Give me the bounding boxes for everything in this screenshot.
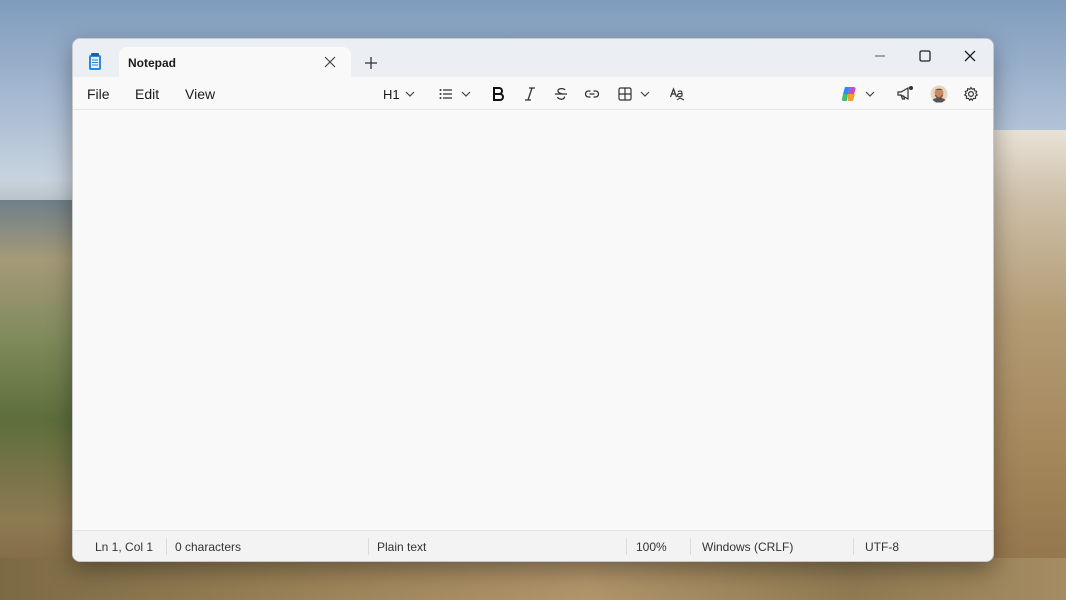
tab-notepad[interactable]: Notepad bbox=[119, 47, 351, 77]
wallpaper-left bbox=[0, 200, 72, 600]
gear-icon bbox=[963, 86, 979, 102]
table-dropdown[interactable] bbox=[617, 83, 651, 105]
text-editor-area[interactable] bbox=[73, 110, 993, 530]
wallpaper-right bbox=[992, 130, 1066, 600]
heading-label: H1 bbox=[383, 86, 400, 102]
maximize-icon bbox=[919, 50, 931, 62]
status-divider bbox=[368, 538, 369, 555]
notepad-window: Notepad File Edit View H1 Ln 1, Col 1 0 … bbox=[72, 38, 994, 562]
avatar-icon bbox=[930, 85, 948, 103]
maximize-button[interactable] bbox=[902, 43, 948, 69]
status-bar: Ln 1, Col 1 0 characters Plain text 100%… bbox=[73, 530, 993, 561]
bullet-list-icon bbox=[439, 89, 452, 99]
status-divider bbox=[853, 538, 854, 555]
close-icon[interactable] bbox=[323, 55, 337, 69]
whats-new-button[interactable] bbox=[896, 83, 914, 105]
close-window-button[interactable] bbox=[947, 43, 993, 69]
status-divider bbox=[166, 538, 167, 555]
notepad-icon bbox=[89, 53, 101, 70]
plus-icon[interactable] bbox=[363, 55, 379, 71]
link-icon bbox=[584, 90, 600, 98]
menu-edit[interactable]: Edit bbox=[135, 86, 159, 102]
menu-view[interactable]: View bbox=[185, 86, 215, 102]
chevron-down-icon bbox=[405, 91, 415, 97]
spellcheck-button[interactable] bbox=[669, 83, 685, 105]
wallpaper-bottom bbox=[0, 558, 1066, 600]
copilot-dropdown[interactable] bbox=[840, 83, 876, 105]
chevron-down-icon bbox=[461, 91, 471, 97]
italic-button[interactable] bbox=[522, 83, 538, 105]
close-icon bbox=[964, 50, 976, 62]
heading-dropdown[interactable]: H1 bbox=[383, 83, 416, 105]
chevron-down-icon bbox=[640, 91, 650, 97]
link-button[interactable] bbox=[584, 83, 600, 105]
status-divider bbox=[690, 538, 691, 555]
strikethrough-button[interactable] bbox=[553, 83, 569, 105]
status-divider bbox=[626, 538, 627, 555]
menu-file[interactable]: File bbox=[87, 86, 110, 102]
menu-bar: File Edit View H1 bbox=[73, 77, 993, 110]
chevron-down-icon bbox=[865, 91, 875, 97]
settings-button[interactable] bbox=[963, 83, 979, 105]
megaphone-icon bbox=[897, 86, 913, 101]
minimize-button[interactable] bbox=[857, 43, 903, 69]
copilot-icon bbox=[841, 87, 856, 101]
bold-button[interactable] bbox=[490, 83, 506, 105]
status-cursor-position: Ln 1, Col 1 bbox=[95, 540, 154, 554]
status-line-ending[interactable]: Windows (CRLF) bbox=[702, 540, 793, 554]
strikethrough-icon bbox=[555, 87, 567, 100]
status-format[interactable]: Plain text bbox=[377, 540, 426, 554]
list-dropdown[interactable] bbox=[438, 83, 472, 105]
table-icon bbox=[618, 87, 632, 101]
tab-title: Notepad bbox=[128, 56, 176, 70]
status-encoding[interactable]: UTF-8 bbox=[865, 540, 899, 554]
title-bar: Notepad bbox=[73, 39, 993, 77]
spellcheck-icon bbox=[669, 87, 685, 101]
italic-icon bbox=[525, 87, 535, 101]
status-zoom[interactable]: 100% bbox=[636, 540, 667, 554]
bold-icon bbox=[493, 87, 504, 101]
status-character-count: 0 characters bbox=[175, 540, 242, 554]
minimize-icon bbox=[875, 55, 885, 57]
avatar[interactable] bbox=[930, 83, 948, 105]
